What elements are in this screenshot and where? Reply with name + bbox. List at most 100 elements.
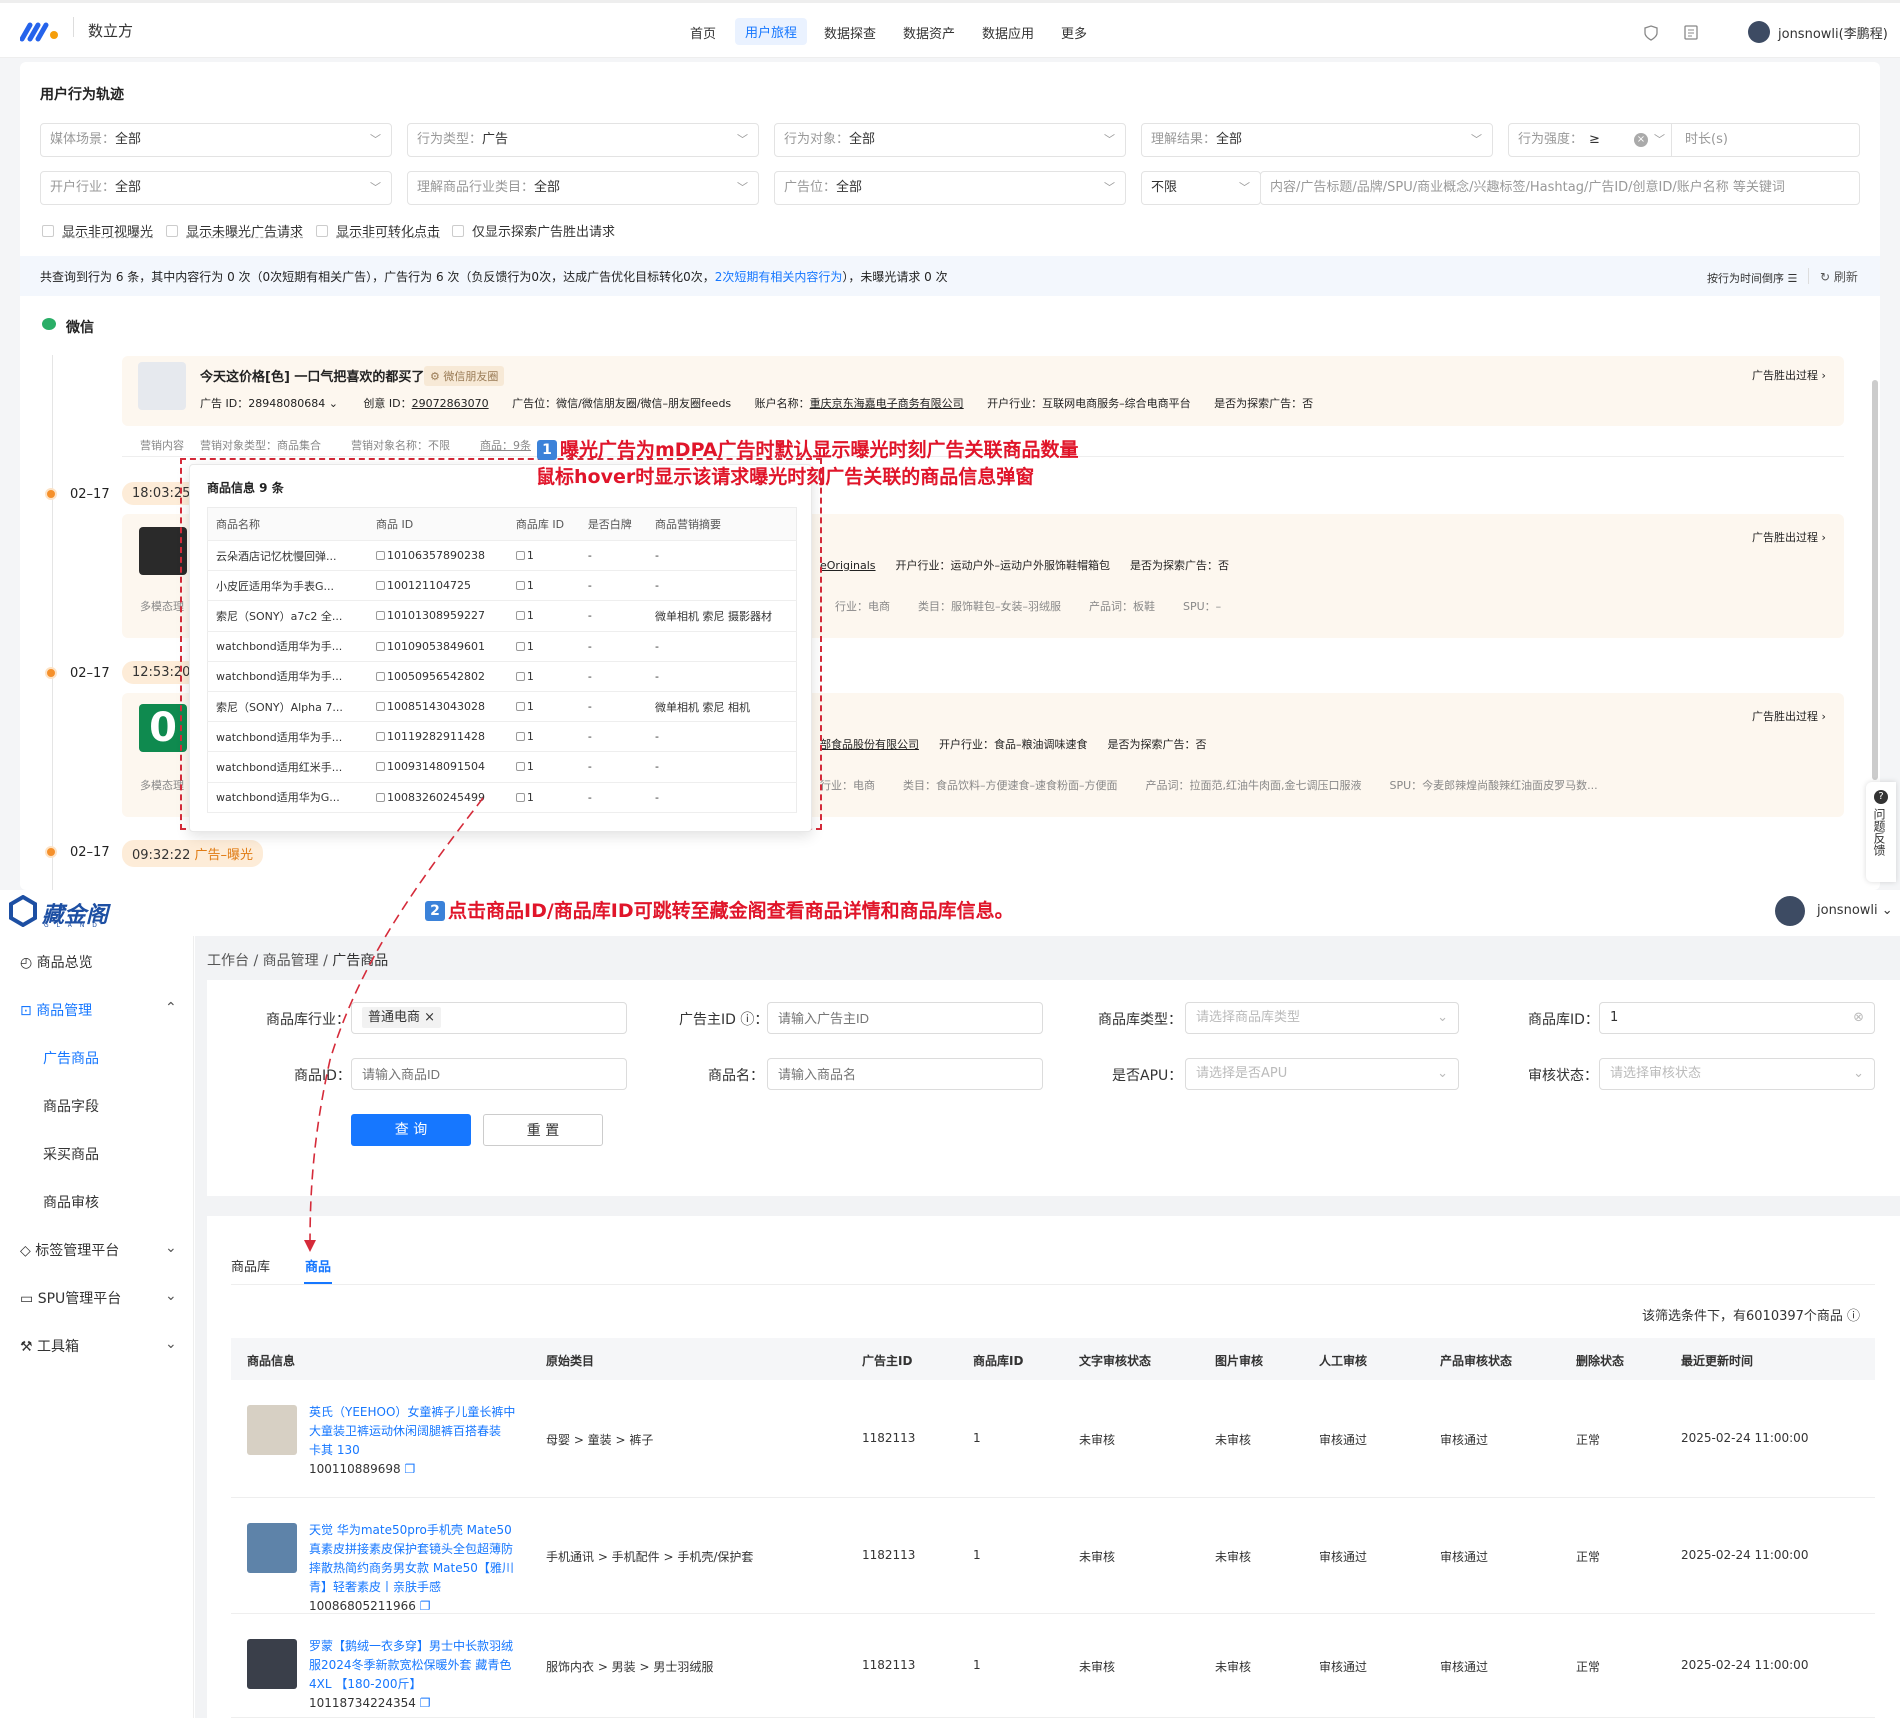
product-id[interactable]: 10118734224354 ❐ <box>309 1694 519 1713</box>
popup-product-id[interactable]: 10119282911428 <box>368 721 508 753</box>
query-button[interactable]: 查 询 <box>351 1114 471 1146</box>
sidebar-item-product-fields[interactable]: 商品字段 <box>43 1096 99 1116</box>
popup-summary: - <box>646 570 797 602</box>
popup-product-id[interactable]: 10083260245499 <box>368 782 508 813</box>
industry-filter[interactable]: 开户行业：全部 ﹀ <box>40 171 392 205</box>
nav-user-journey[interactable]: 用户旅程 <box>735 18 808 45</box>
scrollbar[interactable] <box>1872 380 1878 780</box>
checkbox-nonconvert-click[interactable]: 显示非可转化点击 <box>316 221 440 240</box>
nav-data-explore[interactable]: 数据探查 <box>824 23 876 42</box>
refresh-button[interactable]: ↻ 刷新 <box>1820 268 1858 285</box>
popup-product-id[interactable]: 100121104725 <box>368 570 508 602</box>
popup-product-id[interactable]: 10109053849601 <box>368 631 508 662</box>
external-link-icon <box>515 702 525 712</box>
cell-text: 未审核 <box>1079 1660 1116 1674</box>
creative-id-link[interactable]: 29072863070 <box>412 397 489 410</box>
sort-toggle[interactable]: 按行为时间倒序 ☰ <box>1707 270 1797 286</box>
popup-white-brand: - <box>579 661 647 692</box>
copy-icon[interactable]: ❐ <box>420 1599 431 1613</box>
audit-status-select[interactable]: 请选择审核状态 ⌄ <box>1599 1058 1875 1090</box>
copy-icon[interactable]: ❐ <box>420 1696 431 1710</box>
popup-library-id[interactable]: 1 <box>507 721 580 753</box>
popup-product-id[interactable]: 10093148091504 <box>368 751 508 783</box>
apu-select[interactable]: 请选择是否APU ⌄ <box>1185 1058 1459 1090</box>
sidebar-item-toolbox[interactable]: ⚒ 工具箱 ⌄ <box>20 1336 177 1356</box>
feedback-button[interactable]: ? 问题反馈 <box>1866 782 1896 882</box>
sidebar-item-overview[interactable]: ◴ 商品总览 <box>20 952 93 972</box>
sidebar-item-product-management[interactable]: ⊡ 商品管理 ⌃ <box>20 1000 177 1020</box>
checkbox-nonvisible-exposure[interactable]: 显示非可视曝光 <box>42 221 153 240</box>
nav-more[interactable]: 更多 <box>1061 23 1087 42</box>
popup-library-id[interactable]: 1 <box>507 570 580 602</box>
popup-product-name: 索尼（SONY）a7c2 全... <box>207 600 368 632</box>
checkbox-explore-only[interactable]: 仅显示探索广告胜出请求 <box>452 221 615 240</box>
avatar[interactable] <box>1748 21 1770 43</box>
limit-select[interactable]: 不限 ﹀ <box>1141 171 1261 205</box>
popup-white-brand: - <box>579 600 647 632</box>
product-name-link[interactable]: 罗蒙【鹅绒一衣多穿】男士中长款羽绒 服2024冬季新款宽松保暖外套 藏青色 4XL … <box>309 1637 519 1713</box>
popup-library-id[interactable]: 1 <box>507 540 580 572</box>
library-type-select[interactable]: 请选择商品库类型 ⌄ <box>1185 1002 1459 1034</box>
tab-library[interactable]: 商品库 <box>231 1256 270 1275</box>
external-link-icon <box>515 792 525 802</box>
popup-library-id[interactable]: 1 <box>507 600 580 632</box>
sidebar-item-spu-platform[interactable]: ▭ SPU管理平台 ⌄ <box>20 1288 177 1308</box>
understand-result-filter[interactable]: 理解结果：全部 ﹀ <box>1141 123 1493 157</box>
popup-library-id[interactable]: 1 <box>507 661 580 692</box>
popup-library-id[interactable]: 1 <box>507 631 580 662</box>
popup-summary: - <box>646 661 797 692</box>
win-process-link[interactable]: 广告胜出过程 › <box>1752 708 1826 724</box>
product-id[interactable]: 100110889698 ❐ <box>309 1460 519 1479</box>
checkbox-unexposed-request[interactable]: 显示未曝光广告请求 <box>166 221 303 240</box>
user-menu[interactable]: jonsnowli ⌄ <box>1817 903 1893 918</box>
product-thumbnail <box>247 1405 297 1455</box>
clear-icon[interactable]: × <box>1634 133 1648 147</box>
cell-del: 正常 <box>1576 1550 1601 1564</box>
popup-product-id[interactable]: 10050956542802 <box>368 661 508 692</box>
sidebar-item-tag-platform[interactable]: ◇ 标签管理平台 ⌄ <box>20 1240 177 1260</box>
category-filter[interactable]: 理解商品行业类目：全部 ﹀ <box>407 171 759 205</box>
external-link-icon <box>376 671 385 681</box>
nav-data-assets[interactable]: 数据资产 <box>903 23 955 42</box>
summary-link[interactable]: 2次短期有相关内容行为 <box>715 270 843 284</box>
win-process-link[interactable]: 广告胜出过程 › <box>1752 367 1826 383</box>
product-count-link[interactable]: 商品：9条 <box>480 439 531 452</box>
cell-lib: 1 <box>973 1431 981 1445</box>
popup-product-id[interactable]: 10106357890238 <box>368 540 508 572</box>
reset-button[interactable]: 重 置 <box>483 1114 603 1146</box>
keyword-input[interactable]: 内容/广告标题/品牌/SPU/商业概念/兴趣标签/Hashtag/广告ID/创意… <box>1260 171 1860 205</box>
popup-library-id[interactable]: 1 <box>507 691 580 723</box>
clear-icon: ⊗ <box>1853 1010 1864 1025</box>
popup-library-id[interactable]: 1 <box>507 751 580 783</box>
ad-position-filter[interactable]: 广告位：全部 ﹀ <box>774 171 1126 205</box>
popup-library-id[interactable]: 1 <box>507 782 580 813</box>
popup-product-id[interactable]: 10085143043028 <box>368 691 508 723</box>
advertiser-id-input[interactable] <box>767 1002 1043 1034</box>
nav-data-apps[interactable]: 数据应用 <box>982 23 1034 42</box>
nav-home[interactable]: 首页 <box>690 23 716 42</box>
media-filter[interactable]: 媒体场景：全部 ﹀ <box>40 123 392 157</box>
sidebar-item-audit[interactable]: 商品审核 <box>43 1192 99 1212</box>
product-name-link[interactable]: 天觉 华为mate50pro手机壳 Mate50 真素皮拼接素皮保护套镜头全包超薄… <box>309 1521 519 1616</box>
strength-filter[interactable]: 行为强度： ≥ × ﹀ 时长(s) <box>1508 123 1860 157</box>
tab-products[interactable]: 商品 <box>305 1256 331 1275</box>
product-name-input[interactable] <box>767 1058 1043 1090</box>
copy-icon[interactable]: ❐ <box>404 1462 415 1476</box>
popup-product-id[interactable]: 10101308959227 <box>368 600 508 632</box>
card1-row2: 营销内容 营销对象类型：商品集合 营销对象名称：不限 商品：9条 <box>140 439 531 452</box>
behavior-type-filter[interactable]: 行为类型：广告 ﹀ <box>407 123 759 157</box>
sidebar-item-ad-products[interactable]: 广告商品 <box>43 1048 99 1068</box>
product-name-link[interactable]: 英氏（YEEHOO）女童裤子儿童长裤中 大童装卫裤运动休闲阔腿裤百搭春装 卡其 13… <box>309 1403 519 1479</box>
document-icon[interactable] <box>1684 25 1698 40</box>
user-name[interactable]: jonsnowli(李鹏程) <box>1778 23 1888 42</box>
library-id-input[interactable]: 1 ⊗ <box>1599 1002 1875 1034</box>
avatar[interactable] <box>1775 896 1805 926</box>
product-id-input[interactable] <box>351 1058 627 1090</box>
industry-select[interactable]: 普通电商 × <box>351 1002 627 1034</box>
shield-icon[interactable] <box>1644 25 1658 41</box>
behavior-object-filter[interactable]: 行为对象：全部 ﹀ <box>774 123 1126 157</box>
sidebar-item-purchase[interactable]: 采买商品 <box>43 1144 99 1164</box>
win-process-link[interactable]: 广告胜出过程 › <box>1752 529 1826 545</box>
popup-white-brand: - <box>579 691 647 723</box>
cell-adv: 1182113 <box>862 1658 916 1672</box>
